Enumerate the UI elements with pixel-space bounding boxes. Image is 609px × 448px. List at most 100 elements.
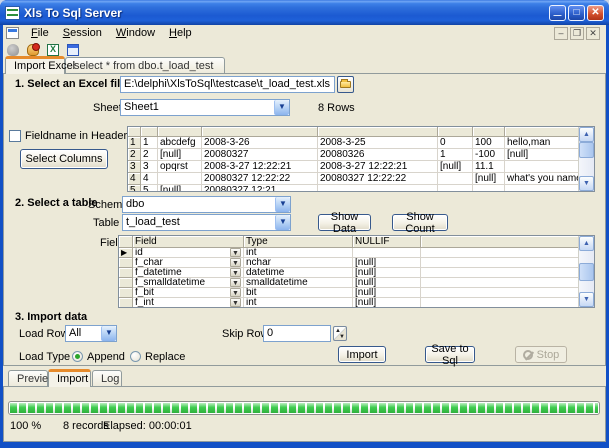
field-type-cell[interactable]: datetime [244,268,353,278]
field-name-cell[interactable]: f_char▼ [133,258,244,268]
table-cell[interactable]: [null] [438,161,473,173]
table-cell[interactable]: 2 [141,149,158,161]
table-row[interactable]: 11abcdefg2008-3-262008-3-250100hello,man [128,137,578,149]
scrollbar-thumb[interactable] [579,263,594,281]
table-cell[interactable]: [null] [158,149,202,161]
table-cell[interactable]: 2008-3-27 12:22:21 [318,161,438,173]
bottom-tab-preview[interactable]: Preview [8,370,48,387]
excel-file-input[interactable]: E:\delphi\XlsToSql\testcase\t_load_test.… [120,76,335,93]
menu-item-help[interactable]: Help [162,26,199,40]
field-name-cell[interactable]: id▼ [133,248,244,258]
table-cell[interactable]: 20080327 12:22:22 [318,173,438,185]
table-cell[interactable]: 2008-3-27 12:22:21 [202,161,318,173]
table-cell[interactable] [438,185,473,191]
table-row[interactable]: 55[null]20080327 12:21 [128,185,578,191]
maximize-button-icon[interactable] [568,5,585,21]
table-row[interactable]: 4420080327 12:22:2220080327 12:22:22[nul… [128,173,578,185]
minimize-button-icon[interactable] [549,5,566,21]
chevron-down-icon[interactable]: ▼ [230,288,241,297]
close-button-icon[interactable] [587,5,604,21]
table-cell[interactable]: 2008-3-25 [318,137,438,149]
field-type-cell[interactable]: nchar [244,258,353,268]
tab-select-from-dbo-t-load-test[interactable]: select * from dbo.t_load_test [65,57,225,74]
field-name-cell[interactable]: f_datetime▼ [133,268,244,278]
table-row[interactable]: ▶id▼int [119,248,578,258]
table-cell[interactable]: 5 [141,185,158,191]
field-type-cell[interactable]: int [244,248,353,258]
scroll-up-icon[interactable]: ▲ [579,236,594,251]
menu-item-file[interactable]: File [24,26,56,40]
table-row[interactable]: 22[null]20080327200803261-100[null] [128,149,578,161]
chevron-down-icon[interactable]: ▼ [230,258,241,267]
mdi-restore-icon[interactable]: ❐ [570,27,584,40]
table-cell[interactable] [505,185,578,191]
table-cell[interactable]: 20080327 [202,149,318,161]
chevron-down-icon[interactable]: ▼ [230,248,241,257]
table-cell[interactable]: [null] [158,185,202,191]
select-columns-button[interactable]: Select Columns [20,149,108,169]
save-to-sql-button[interactable]: Save to Sql [425,346,475,363]
scrollbar-thumb[interactable] [579,142,594,158]
table-cell[interactable] [473,185,505,191]
table-cell[interactable]: 0 [438,137,473,149]
table-combobox[interactable]: t_load_test ▼ [122,214,291,231]
excel-preview-grid[interactable]: 11abcdefg2008-3-262008-3-250100hello,man… [127,126,595,192]
skip-rows-spinner[interactable]: ▲ ▼ [333,326,347,341]
table-cell[interactable] [438,173,473,185]
field-type-cell[interactable]: int [244,298,353,307]
table-cell[interactable]: -100 [473,149,505,161]
mdi-minimize-icon[interactable]: – [554,27,568,40]
table-cell[interactable]: what's you name [505,173,578,185]
nullif-cell[interactable] [353,248,421,258]
show-data-button[interactable]: Show Data [318,214,371,231]
browse-file-button[interactable] [337,76,354,93]
field-type-cell[interactable]: smalldatetime [244,278,353,288]
bottom-tab-log[interactable]: Log [92,370,122,387]
chevron-down-icon[interactable]: ▼ [275,197,290,212]
scroll-down-icon[interactable]: ▼ [579,176,594,191]
nullif-cell[interactable]: [null] [353,298,421,307]
menu-item-window[interactable]: Window [109,26,162,40]
show-count-button[interactable]: Show Count [392,214,448,231]
title-bar[interactable]: Xls To Sql Server [0,0,609,25]
table-row[interactable]: f_datetime▼datetime[null] [119,268,578,278]
field-name-cell[interactable]: f_bit▼ [133,288,244,298]
query-window-icon[interactable] [65,42,82,58]
table-cell[interactable]: abcdefg [158,137,202,149]
nullif-cell[interactable]: [null] [353,288,421,298]
fieldname-in-header-checkbox[interactable] [9,130,21,142]
skip-rows-input[interactable]: 0 [263,325,331,342]
table-cell[interactable]: opqrst [158,161,202,173]
table-cell[interactable] [158,173,202,185]
load-rows-combobox[interactable]: All ▼ [65,325,117,342]
table-row[interactable]: f_bit▼bit[null] [119,288,578,298]
chevron-down-icon[interactable]: ▼ [230,278,241,287]
menu-item-session[interactable]: Session [56,26,109,40]
fields-grid-scrollbar[interactable]: ▲ ▼ [578,236,594,307]
tab-import-excel[interactable]: Import Excel [5,56,65,74]
table-row[interactable]: 33opqrst2008-3-27 12:22:212008-3-27 12:2… [128,161,578,173]
table-cell[interactable]: 3 [141,161,158,173]
table-cell[interactable]: hello,man [505,137,578,149]
import-button[interactable]: Import [338,346,386,363]
table-cell[interactable] [318,185,438,191]
table-cell[interactable]: [null] [473,173,505,185]
field-name-cell[interactable]: f_int▼ [133,298,244,307]
table-cell[interactable]: 11.1 [473,161,505,173]
chevron-down-icon[interactable]: ▼ [230,268,241,277]
field-type-cell[interactable]: bit [244,288,353,298]
chevron-down-icon[interactable]: ▼ [274,100,289,115]
table-cell[interactable]: [null] [505,149,578,161]
sheet-combobox[interactable]: Sheet1 ▼ [120,99,290,116]
table-cell[interactable]: 1 [141,137,158,149]
table-cell[interactable]: 20080326 [318,149,438,161]
field-name-cell[interactable]: f_smalldatetime▼ [133,278,244,288]
chevron-down-icon[interactable]: ▼ [275,215,290,230]
table-cell[interactable]: 20080327 12:21 [202,185,318,191]
nullif-cell[interactable]: [null] [353,278,421,288]
table-cell[interactable]: 20080327 12:22:22 [202,173,318,185]
excel-grid-scrollbar[interactable]: ▲ ▼ [578,127,594,191]
bottom-tab-import[interactable]: Import [48,369,91,387]
table-row[interactable]: f_int▼int[null] [119,298,578,307]
scroll-up-icon[interactable]: ▲ [579,127,594,142]
